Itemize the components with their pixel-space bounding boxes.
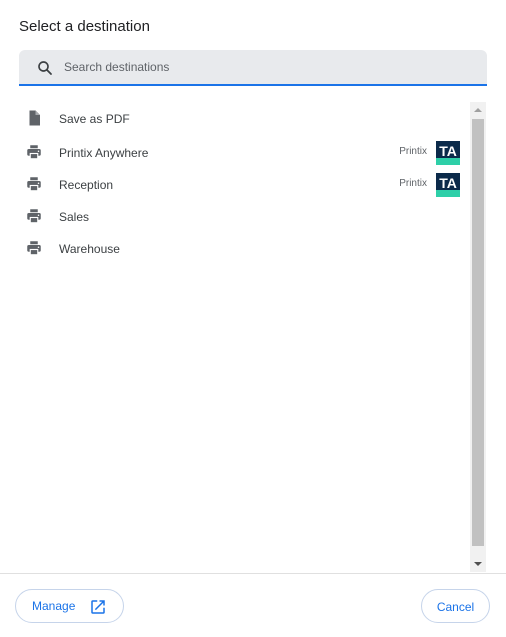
destination-label: Warehouse <box>59 242 120 256</box>
search-icon <box>38 61 52 75</box>
dialog-title: Select a destination <box>19 18 150 35</box>
scroll-down-arrow-icon[interactable] <box>474 562 482 566</box>
printer-icon <box>27 241 41 256</box>
manage-button[interactable]: Manage <box>15 589 124 623</box>
cancel-button-label: Cancel <box>436 600 475 614</box>
printer-icon <box>27 209 41 224</box>
printix-logo-icon: TA <box>436 141 460 165</box>
cancel-button[interactable]: Cancel <box>421 589 490 623</box>
printer-icon <box>27 177 41 192</box>
destination-label: Sales <box>59 210 90 224</box>
manage-button-label: Manage <box>32 599 76 613</box>
logo-text: TA <box>439 143 457 159</box>
destination-item-warehouse[interactable]: Warehouse <box>19 233 468 263</box>
destination-item-sales[interactable]: Sales <box>19 201 468 231</box>
destination-item-reception[interactable]: Reception Printix TA <box>19 169 468 199</box>
destination-label: Reception <box>59 178 114 192</box>
file-icon <box>29 110 40 126</box>
list-scrollbar[interactable] <box>470 102 486 572</box>
destination-label: Printix Anywhere <box>59 146 149 160</box>
provider-label: Printix <box>399 146 427 157</box>
footer-divider <box>0 573 506 574</box>
search-box[interactable] <box>19 50 487 86</box>
printix-logo-icon: TA <box>436 173 460 197</box>
destination-item-printix-anywhere[interactable]: Printix Anywhere Printix TA <box>19 137 468 167</box>
destination-label: Save as PDF <box>59 112 130 126</box>
logo-text: TA <box>439 175 457 191</box>
scrollbar-thumb[interactable] <box>472 119 484 546</box>
provider-label: Printix <box>399 178 427 189</box>
destination-dialog: Select a destination Save as PDF Printix <box>0 0 506 637</box>
destination-list: Save as PDF Printix Anywhere Printix TA <box>19 102 468 572</box>
printer-icon <box>27 145 41 160</box>
scroll-up-arrow-icon[interactable] <box>474 108 482 112</box>
search-input[interactable] <box>64 50 464 84</box>
destination-item-save-as-pdf[interactable]: Save as PDF <box>19 103 468 133</box>
open-in-new-icon <box>91 600 105 614</box>
